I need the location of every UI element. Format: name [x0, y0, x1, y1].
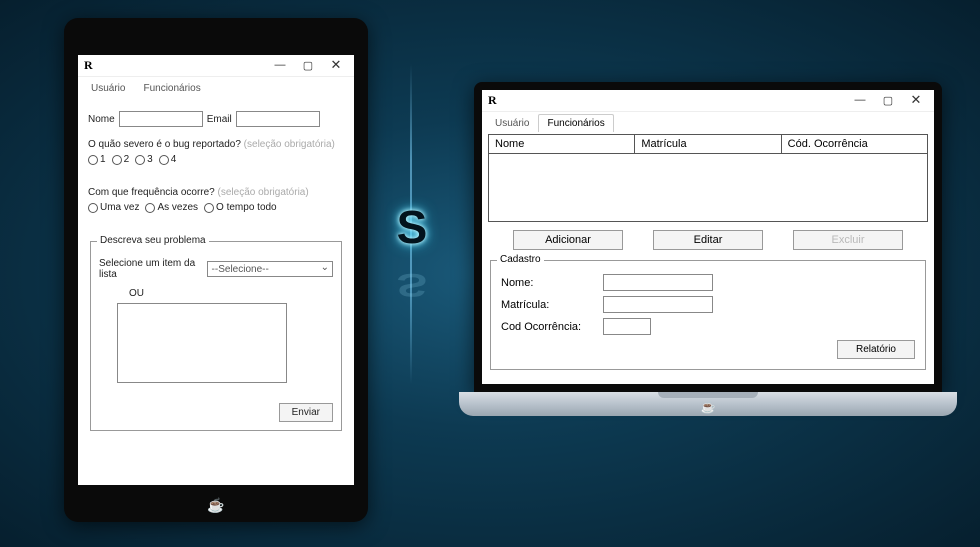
problem-textarea[interactable] [117, 303, 287, 383]
usuario-form: Nome Email O quão severo é o bug reporta… [78, 97, 354, 449]
minimize-button[interactable]: — [846, 90, 874, 110]
tab-funcionarios[interactable]: Funcionários [134, 79, 209, 97]
java-logo-icon: ☕ [701, 400, 716, 414]
tablet-screen: R — ▢ ✕ Usuário Funcionários Nome Email … [78, 55, 354, 485]
severity-question: O quão severo é o bug reportado? [88, 139, 241, 150]
nome-input[interactable] [119, 111, 203, 127]
col-matricula[interactable]: Matrícula [635, 135, 781, 153]
cadastro-legend: Cadastro [497, 254, 544, 265]
severity-option-3[interactable]: 3 [135, 154, 153, 165]
tab-funcionarios[interactable]: Funcionários [538, 114, 613, 132]
tab-usuario[interactable]: Usuário [82, 79, 134, 97]
severity-radio-group: 1 2 3 4 [88, 154, 344, 165]
close-button[interactable]: ✕ [902, 90, 930, 110]
severity-option-1[interactable]: 1 [88, 154, 106, 165]
laptop-base: ☕ [459, 392, 957, 416]
cadastro-matricula-input[interactable] [603, 296, 713, 313]
tablet-device: R — ▢ ✕ Usuário Funcionários Nome Email … [64, 18, 368, 522]
laptop-device: R — ▢ ✕ Usuário Funcionários Nome Matríc… [474, 82, 957, 416]
window-controls: — ▢ ✕ [266, 55, 350, 75]
app-icon: R [84, 58, 93, 73]
app-icon: R [488, 93, 497, 108]
frequency-option-sometimes[interactable]: As vezes [145, 202, 198, 213]
problem-select[interactable]: --Selecione-- [207, 261, 333, 277]
severity-hint: (seleção obrigatória) [244, 139, 335, 150]
problem-fieldset: Descreva seu problema Selecione um item … [90, 241, 342, 431]
email-label: Email [207, 114, 232, 125]
java-logo-icon: ☕ [207, 497, 224, 514]
brand-logo-reflection: S [384, 269, 440, 301]
maximize-button[interactable]: ▢ [294, 55, 322, 75]
laptop-screen: R — ▢ ✕ Usuário Funcionários Nome Matríc… [482, 90, 934, 384]
action-buttons-row: Adicionar Editar Excluir [488, 230, 928, 250]
email-input[interactable] [236, 111, 320, 127]
close-button[interactable]: ✕ [322, 55, 350, 75]
frequency-hint: (seleção obrigatória) [218, 187, 309, 198]
tab-bar: Usuário Funcionários [482, 112, 934, 132]
add-button[interactable]: Adicionar [513, 230, 623, 250]
delete-button[interactable]: Excluir [793, 230, 903, 250]
severity-option-2[interactable]: 2 [112, 154, 130, 165]
employees-table[interactable]: Nome Matrícula Cód. Ocorrência [488, 134, 928, 222]
window-controls: — ▢ ✕ [846, 90, 930, 110]
severity-option-4[interactable]: 4 [159, 154, 177, 165]
frequency-radio-group: Uma vez As vezes O tempo todo [88, 202, 344, 213]
frequency-question: Com que frequência ocorre? [88, 187, 215, 198]
table-header: Nome Matrícula Cód. Ocorrência [489, 135, 927, 154]
problem-legend: Descreva seu problema [97, 235, 209, 246]
cadastro-nome-label: Nome: [501, 277, 597, 289]
funcionarios-panel: Nome Matrícula Cód. Ocorrência Adicionar… [482, 134, 934, 380]
maximize-button[interactable]: ▢ [874, 90, 902, 110]
select-item-label: Selecione um item da lista [99, 258, 203, 280]
col-nome[interactable]: Nome [489, 135, 635, 153]
edit-button[interactable]: Editar [653, 230, 763, 250]
report-button[interactable]: Relatório [837, 340, 915, 359]
col-cod-ocorrencia[interactable]: Cód. Ocorrência [782, 135, 927, 153]
brand-logo: S [384, 192, 440, 262]
frequency-option-once[interactable]: Uma vez [88, 202, 139, 213]
frequency-option-always[interactable]: O tempo todo [204, 202, 277, 213]
submit-button[interactable]: Enviar [279, 403, 333, 422]
cadastro-cod-input[interactable] [603, 318, 651, 335]
cadastro-fieldset: Cadastro Nome: Matrícula: Cod Ocorrência… [490, 260, 926, 370]
cadastro-matricula-label: Matrícula: [501, 299, 597, 311]
minimize-button[interactable]: — [266, 55, 294, 75]
cadastro-cod-label: Cod Ocorrência: [501, 321, 597, 333]
or-label: OU [129, 288, 144, 299]
tab-bar: Usuário Funcionários [78, 77, 354, 97]
window-titlebar: R — ▢ ✕ [78, 55, 354, 77]
window-titlebar: R — ▢ ✕ [482, 90, 934, 112]
nome-label: Nome [88, 114, 115, 125]
tab-usuario[interactable]: Usuário [486, 114, 538, 132]
cadastro-nome-input[interactable] [603, 274, 713, 291]
